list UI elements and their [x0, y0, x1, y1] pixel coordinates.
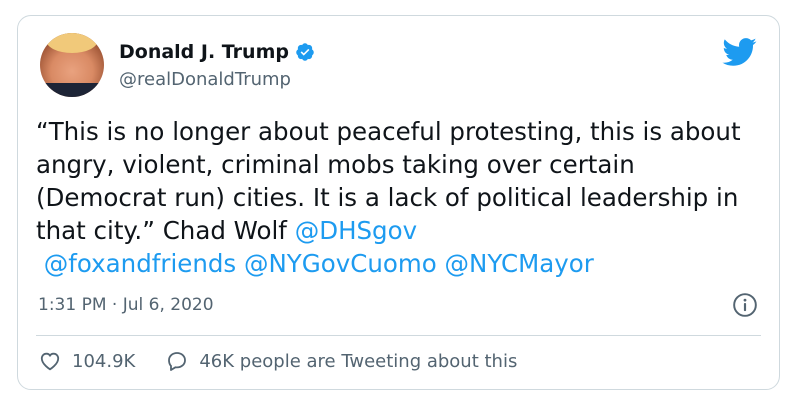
- author-name[interactable]: Donald J. Trump: [119, 41, 289, 63]
- avatar-suit: [40, 83, 104, 97]
- like-count: 104.9K: [72, 350, 136, 372]
- mention-nygovcuomo[interactable]: @NYGovCuomo: [244, 249, 437, 278]
- twitter-bird-icon[interactable]: [721, 34, 757, 70]
- author-handle[interactable]: @realDonaldTrump: [119, 69, 291, 90]
- tweet-actions: 104.9K 46K people are Tweeting about thi…: [38, 349, 517, 373]
- speech-bubble-icon: [168, 352, 187, 371]
- tweet-timestamp[interactable]: 1:31 PM · Jul 6, 2020: [38, 295, 214, 315]
- verified-badge-icon: [296, 43, 314, 61]
- mention-foxandfriends[interactable]: @foxandfriends: [44, 249, 236, 278]
- author-row: Donald J. Trump: [119, 41, 315, 63]
- avatar-hair: [46, 33, 98, 53]
- mention-dhsgov[interactable]: @DHSgov: [295, 216, 417, 245]
- tweet-card: Donald J. Trump @realDonaldTrump “This i…: [17, 15, 780, 390]
- mention-nycmayor[interactable]: @NYCMayor: [445, 249, 594, 278]
- tweet-text: “This is no longer about peaceful protes…: [36, 115, 756, 280]
- conversation-link[interactable]: 46K people are Tweeting about this: [165, 349, 517, 373]
- info-icon[interactable]: [732, 292, 758, 318]
- like-button[interactable]: 104.9K: [38, 349, 135, 373]
- heart-icon: [40, 352, 60, 371]
- divider: [36, 335, 761, 336]
- avatar[interactable]: [40, 33, 104, 97]
- tweeting-about-label: 46K people are Tweeting about this: [199, 350, 518, 372]
